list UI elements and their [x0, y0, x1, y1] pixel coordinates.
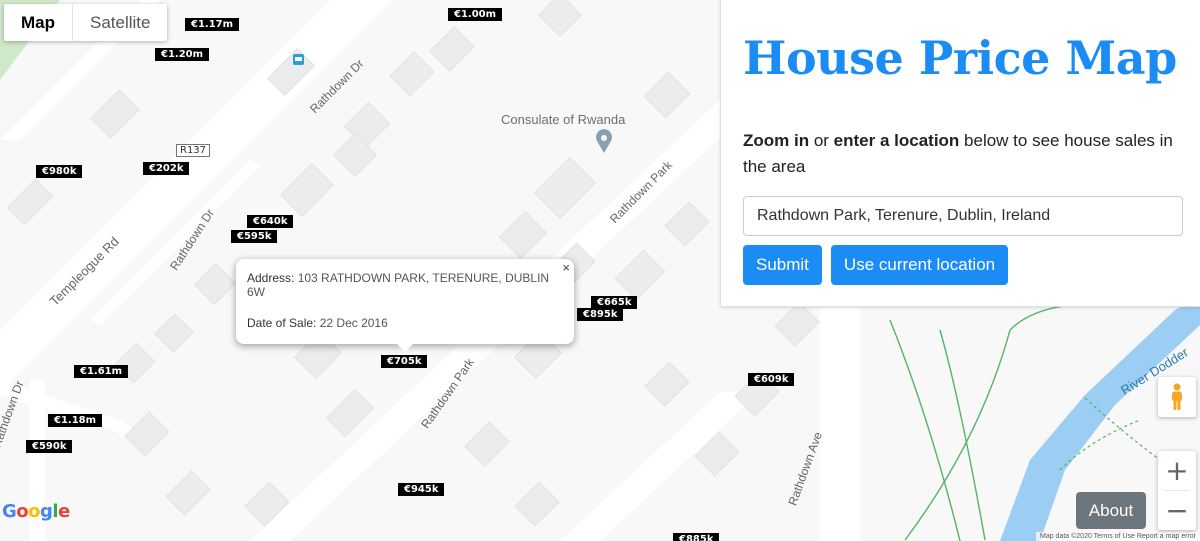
map-attribution[interactable]: Map data ©2020 Terms of Use Report a map…: [1036, 532, 1200, 541]
intro-bold-zoom: Zoom in: [743, 131, 810, 150]
zoom-control: + −: [1158, 451, 1196, 530]
price-marker[interactable]: €895k: [577, 308, 624, 321]
intro-mid: or: [809, 131, 834, 150]
price-marker[interactable]: €885k: [673, 533, 720, 541]
price-marker[interactable]: €1.20m: [155, 48, 210, 61]
price-marker[interactable]: €595k: [231, 230, 278, 243]
google-logo[interactable]: Google: [2, 501, 70, 522]
address-label: Address:: [247, 271, 295, 285]
submit-button[interactable]: Submit: [743, 245, 822, 285]
date-value: 22 Dec 2016: [319, 316, 388, 330]
poi-label[interactable]: Consulate of Rwanda: [501, 112, 625, 127]
price-marker[interactable]: €1.18m: [48, 414, 103, 427]
intro-text: Zoom in or enter a location below to see…: [743, 128, 1182, 180]
use-current-location-button[interactable]: Use current location: [830, 245, 1009, 285]
zoom-in-button[interactable]: +: [1158, 451, 1196, 490]
map-type-control: Map Satellite: [4, 4, 168, 41]
search-panel: House Price Map Zoom in or enter a locat…: [720, 0, 1200, 307]
map-type-satellite-button[interactable]: Satellite: [73, 4, 167, 41]
price-marker[interactable]: €945k: [398, 483, 445, 496]
price-marker[interactable]: €202k: [143, 162, 190, 175]
price-marker[interactable]: €980k: [36, 165, 83, 178]
page-title: House Price Map: [743, 31, 1177, 85]
info-window: × Address: 103 RATHDOWN PARK, TERENURE, …: [236, 259, 574, 352]
intro-bold-location: enter a location: [833, 131, 960, 150]
address-line: Address: 103 RATHDOWN PARK, TERENURE, DU…: [247, 271, 563, 299]
street-view-pegman[interactable]: [1158, 377, 1196, 417]
price-marker[interactable]: €1.00m: [448, 8, 503, 21]
price-marker[interactable]: €1.61m: [74, 365, 129, 378]
about-button[interactable]: About: [1076, 492, 1146, 529]
date-label: Date of Sale:: [247, 316, 317, 330]
button-row: Submit Use current location: [743, 245, 1182, 285]
date-line: Date of Sale: 22 Dec 2016: [247, 316, 563, 330]
location-input[interactable]: [743, 196, 1183, 236]
price-marker[interactable]: €705k: [381, 355, 428, 368]
price-marker[interactable]: €609k: [748, 373, 795, 386]
price-marker[interactable]: €1.17m: [185, 18, 240, 31]
close-icon[interactable]: ×: [562, 260, 570, 275]
zoom-out-button[interactable]: −: [1158, 491, 1196, 530]
price-marker[interactable]: €590k: [26, 440, 73, 453]
map-type-map-button[interactable]: Map: [4, 4, 73, 41]
road-shield-r137: R137: [176, 144, 211, 157]
price-marker[interactable]: €640k: [247, 215, 294, 228]
pegman-icon: [1172, 383, 1182, 410]
